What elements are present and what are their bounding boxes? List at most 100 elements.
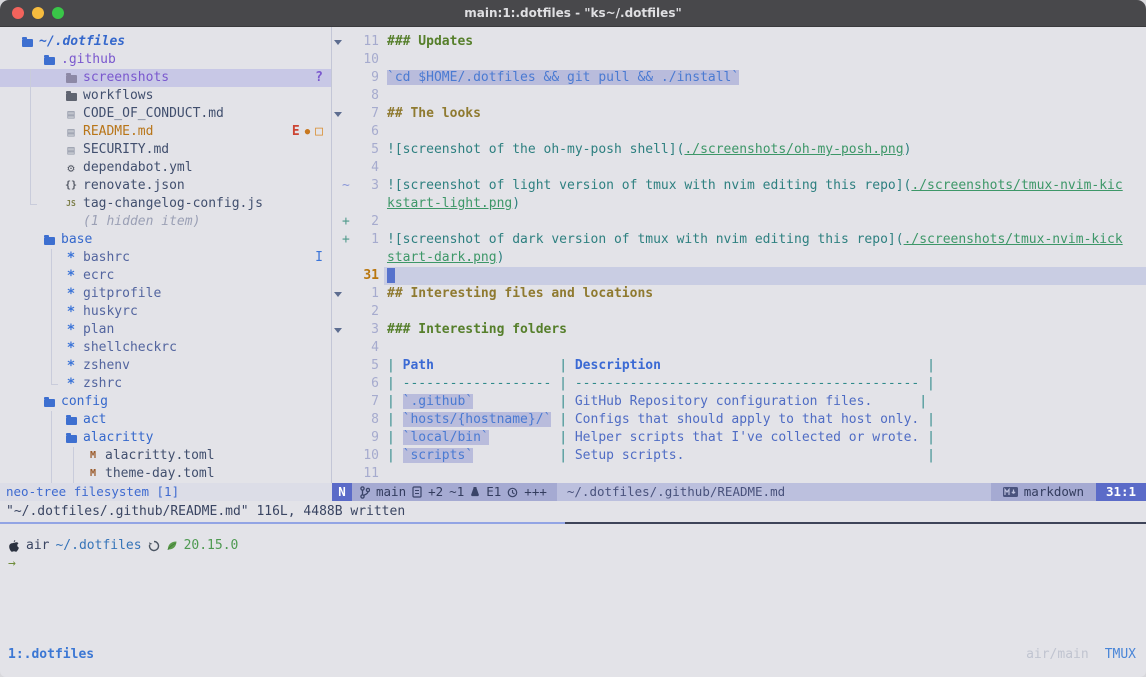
line-text bbox=[387, 303, 1146, 321]
editor-line[interactable]: 4 bbox=[332, 339, 1146, 357]
editor-line[interactable]: 2 bbox=[332, 303, 1146, 321]
tree-item-label: act bbox=[83, 411, 106, 429]
editor-line[interactable]: 7## The looks bbox=[332, 105, 1146, 123]
editor-line[interactable]: ~3![screenshot of light version of tmux … bbox=[332, 177, 1146, 195]
markdown-file-icon: ▤ bbox=[64, 105, 78, 123]
line-number: 3 bbox=[353, 177, 379, 195]
editor-line[interactable]: 11### Updates bbox=[332, 33, 1146, 51]
flask-icon bbox=[470, 486, 480, 498]
tree-item[interactable]: *plan bbox=[0, 321, 331, 339]
fold-column bbox=[332, 159, 342, 177]
editor-line[interactable]: 5![screenshot of the oh-my-posh shell](.… bbox=[332, 141, 1146, 159]
line-text bbox=[387, 465, 1146, 483]
gitsign-column bbox=[342, 321, 353, 339]
editor-line[interactable]: start-dark.png) bbox=[332, 249, 1146, 267]
text-segment: | bbox=[387, 430, 403, 445]
tree-item[interactable]: *zshrc bbox=[0, 375, 331, 393]
tree-item[interactable]: *gitprofile bbox=[0, 285, 331, 303]
line-number: 6 bbox=[353, 123, 379, 141]
tree-item[interactable]: *zshenv bbox=[0, 357, 331, 375]
fold-chevron-icon[interactable] bbox=[332, 33, 342, 51]
tree-item[interactable]: Malacritty.toml bbox=[0, 447, 331, 465]
line-number: 4 bbox=[353, 159, 379, 177]
tmux-window-tab[interactable]: 1:.dotfiles bbox=[0, 646, 94, 664]
text-segment: ![screenshot of dark version of tmux wit… bbox=[387, 232, 904, 247]
tree-item-label: zshenv bbox=[83, 357, 130, 375]
shell-pane[interactable]: air ~/.dotfiles 20.15.0 → 1:.dotfiles ai… bbox=[0, 524, 1146, 676]
editor-line[interactable]: 31 bbox=[332, 267, 1146, 285]
tree-item[interactable]: JStag-changelog-config.js bbox=[0, 195, 331, 213]
line-text: | `.github` | GitHub Repository configur… bbox=[387, 393, 1146, 411]
editor-line[interactable]: 4 bbox=[332, 159, 1146, 177]
fold-column bbox=[332, 375, 342, 393]
tree-item[interactable]: (1 hidden item) bbox=[0, 213, 331, 231]
tree-item[interactable]: ▤CODE_OF_CONDUCT.md bbox=[0, 105, 331, 123]
editor-line[interactable]: 1## Interesting files and locations bbox=[332, 285, 1146, 303]
gitsign-column bbox=[342, 51, 353, 69]
text-segment: `.github` bbox=[403, 394, 473, 409]
editor-line[interactable]: 10 bbox=[332, 51, 1146, 69]
tree-item[interactable]: ▤SECURITY.md bbox=[0, 141, 331, 159]
gitsign-column bbox=[342, 447, 353, 465]
tree-item-label: plan bbox=[83, 321, 114, 339]
text-segment: kstart-light.png bbox=[387, 196, 512, 211]
fold-chevron-icon[interactable] bbox=[332, 321, 342, 339]
editor-line[interactable]: 6| ------------------- | ---------------… bbox=[332, 375, 1146, 393]
tree-item[interactable]: *ecrc bbox=[0, 267, 331, 285]
editor-line[interactable]: 9`cd $HOME/.dotfiles && git pull && ./in… bbox=[332, 69, 1146, 87]
tree-item[interactable]: *bashrcI bbox=[0, 249, 331, 267]
tree-item[interactable]: ▤README.mdE●□ bbox=[0, 123, 331, 141]
gitsign-column bbox=[342, 303, 353, 321]
editor-line[interactable]: 8| `hosts/{hostname}/` | Configs that sh… bbox=[332, 411, 1146, 429]
tree-item-label: shellcheckrc bbox=[83, 339, 177, 357]
editor-line[interactable]: 5| Path | Description | bbox=[332, 357, 1146, 375]
text-segment: start-dark.png bbox=[387, 250, 497, 265]
tree-item[interactable]: ⚙dependabot.yml bbox=[0, 159, 331, 177]
tree-item[interactable]: Mtheme-day.toml bbox=[0, 465, 331, 483]
tree-item[interactable]: base bbox=[0, 231, 331, 249]
editor-line[interactable]: +2 bbox=[332, 213, 1146, 231]
titlebar[interactable]: main:1:.dotfiles - "ks~/.dotfiles" bbox=[0, 0, 1146, 27]
tree-item[interactable]: act bbox=[0, 411, 331, 429]
tree-item[interactable]: {}renovate.json bbox=[0, 177, 331, 195]
cursor-block bbox=[387, 268, 395, 283]
fold-chevron-icon[interactable] bbox=[332, 285, 342, 303]
tree-item[interactable]: workflows bbox=[0, 87, 331, 105]
prompt-host: air bbox=[26, 537, 49, 555]
fold-column bbox=[332, 411, 342, 429]
editor-line[interactable]: 7| `.github` | GitHub Repository configu… bbox=[332, 393, 1146, 411]
line-text bbox=[387, 51, 1146, 69]
tree-item[interactable]: *shellcheckrc bbox=[0, 339, 331, 357]
tree-item-label: (1 hidden item) bbox=[83, 213, 200, 231]
text-segment: | bbox=[927, 358, 935, 373]
text-segment bbox=[473, 448, 559, 463]
tree-item[interactable]: .github bbox=[0, 51, 331, 69]
star-icon: * bbox=[64, 303, 78, 321]
editor-line[interactable]: 8 bbox=[332, 87, 1146, 105]
editor-line[interactable]: kstart-light.png) bbox=[332, 195, 1146, 213]
line-number: 6 bbox=[353, 375, 379, 393]
editor-line[interactable]: 6 bbox=[332, 123, 1146, 141]
editor-line[interactable]: +1![screenshot of dark version of tmux w… bbox=[332, 231, 1146, 249]
tree-item[interactable]: config bbox=[0, 393, 331, 411]
editor-line[interactable]: 9| `local/bin` | Helper scripts that I'v… bbox=[332, 429, 1146, 447]
gitsign-column bbox=[342, 159, 353, 177]
text-segment: ) bbox=[904, 142, 912, 157]
tree-item[interactable]: ~/.dotfiles bbox=[0, 33, 331, 51]
shell-input-line[interactable]: → bbox=[0, 555, 1146, 573]
tree-item[interactable]: screenshots? bbox=[0, 69, 331, 87]
tree-item[interactable]: alacritty bbox=[0, 429, 331, 447]
diff-changed-count: ~1 bbox=[449, 483, 464, 501]
fold-chevron-icon[interactable] bbox=[332, 105, 342, 123]
neotree-sidebar[interactable]: ~/.dotfiles.githubscreenshots?workflows▤… bbox=[0, 27, 331, 483]
tree-item[interactable]: *huskyrc bbox=[0, 303, 331, 321]
text-segment: ./screenshots/oh-my-posh.png bbox=[684, 142, 903, 157]
tree-guide bbox=[30, 204, 37, 205]
editor-pane[interactable]: 11### Updates109`cd $HOME/.dotfiles && g… bbox=[332, 27, 1146, 483]
line-text: | Path | Description | bbox=[387, 357, 1146, 375]
gitsign-column bbox=[342, 411, 353, 429]
editor-line[interactable]: 3### Interesting folders bbox=[332, 321, 1146, 339]
editor-line[interactable]: 10| `scripts` | Setup scripts. | bbox=[332, 447, 1146, 465]
editor-line[interactable]: 11 bbox=[332, 465, 1146, 483]
star-icon: * bbox=[64, 267, 78, 285]
